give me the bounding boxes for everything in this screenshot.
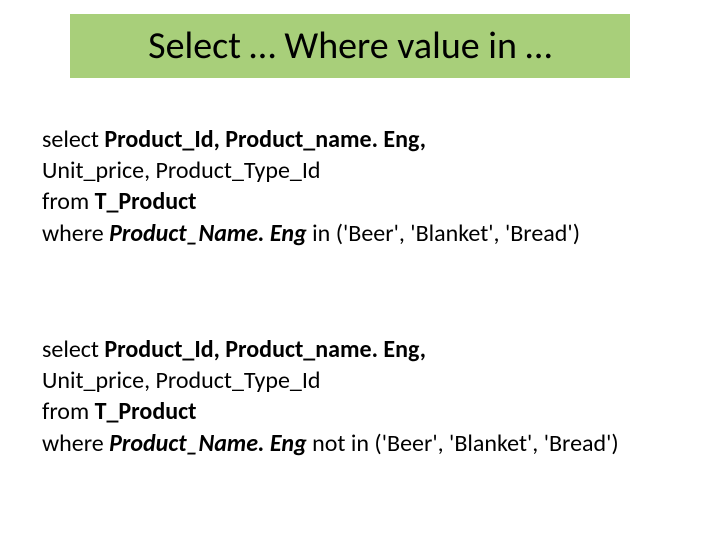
select-keyword: select	[42, 125, 104, 154]
query-line: select Product_Id, Product_name. Eng,	[42, 334, 619, 365]
query-line: where Product_Name. Eng not in ('Beer', …	[42, 428, 619, 459]
from-table: T_Product	[95, 187, 197, 216]
slide-title: Select … Where value in …	[148, 23, 552, 69]
select-columns: Product_Id, Product_name. Eng,	[104, 125, 426, 154]
where-predicate: in ('Beer', 'Blanket', 'Bread')	[307, 219, 580, 248]
from-table: T_Product	[95, 397, 197, 426]
from-keyword: from	[42, 397, 95, 426]
query-line: select Product_Id, Product_name. Eng,	[42, 124, 580, 155]
query-line: Unit_price, Product_Type_Id	[42, 155, 580, 186]
where-keyword: where	[42, 429, 109, 458]
query-line: Unit_price, Product_Type_Id	[42, 365, 619, 396]
title-banner: Select … Where value in …	[70, 14, 630, 78]
where-predicate: not in ('Beer', 'Blanket', 'Bread')	[307, 429, 619, 458]
select-keyword: select	[42, 335, 104, 364]
sql-query-not-in: select Product_Id, Product_name. Eng, Un…	[42, 334, 619, 459]
where-column: Product_Name. Eng	[109, 219, 307, 248]
query-line: from T_Product	[42, 396, 619, 427]
sql-query-in: select Product_Id, Product_name. Eng, Un…	[42, 124, 580, 249]
from-keyword: from	[42, 187, 95, 216]
where-keyword: where	[42, 219, 109, 248]
where-column: Product_Name. Eng	[109, 429, 307, 458]
slide: Select … Where value in … select Product…	[0, 0, 720, 540]
query-line: from T_Product	[42, 186, 580, 217]
query-line: where Product_Name. Eng in ('Beer', 'Bla…	[42, 218, 580, 249]
select-columns: Product_Id, Product_name. Eng,	[104, 335, 426, 364]
